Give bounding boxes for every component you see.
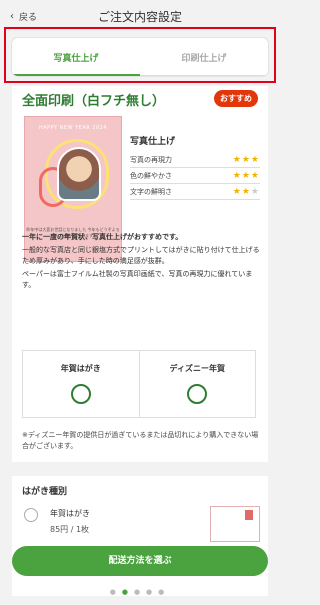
select-shipping-button[interactable]: 配送方法を選ぶ bbox=[12, 546, 268, 576]
postcard-type-choices: 年賀はがき ディズニー年賀 bbox=[22, 350, 256, 418]
postcard-section: はがき種別 年賀はがき 85円 / 1枚 bbox=[12, 476, 268, 596]
description-text-2: ペーパーは富士フイルム社製の写真印画紙で、写真の再現力に優れています。 bbox=[22, 269, 253, 290]
spec-title: 写真仕上げ bbox=[130, 137, 176, 147]
choice-label: 年賀はがき bbox=[60, 364, 101, 373]
postcard-option-label: 年賀はがき bbox=[50, 509, 90, 518]
page-indicator: ●●●●● bbox=[0, 588, 280, 596]
finish-tabs: 写真仕上げ 印刷仕上げ bbox=[12, 38, 268, 76]
page-dot[interactable]: ● bbox=[110, 588, 122, 596]
postcard-section-title: はがき種別 bbox=[22, 487, 68, 497]
page-dot[interactable]: ● bbox=[158, 588, 170, 596]
available-circle-icon bbox=[70, 384, 91, 404]
star-rating: ★★★ bbox=[232, 186, 260, 197]
spec-label: 写真の再現力 bbox=[130, 155, 172, 164]
available-circle-icon bbox=[187, 384, 208, 404]
postcard-option-price: 85円 / 1枚 bbox=[50, 525, 90, 534]
spec-label: 色の鮮やかさ bbox=[130, 171, 172, 180]
card-heading: HAPPY NEW YEAR 2024 bbox=[38, 125, 108, 131]
description-heading: 一年に一度の年賀状、写真仕上げがおすすめです。 bbox=[22, 233, 183, 241]
choice-label: ディズニー年賀 bbox=[169, 364, 225, 373]
tab-photo-finish[interactable]: 写真仕上げ bbox=[12, 38, 140, 76]
page-title: ご注文内容設定 bbox=[97, 10, 182, 24]
description-text: 一般的な写真店と同じ銀塩方式でプリントしてはがきに貼り付けて仕上げるため厚みがあ… bbox=[22, 245, 260, 266]
tab-print-finish[interactable]: 印刷仕上げ bbox=[140, 38, 268, 76]
spec-row: 文字の鮮明さ ★★★ bbox=[130, 184, 260, 200]
page-dot-active[interactable]: ● bbox=[122, 588, 134, 596]
choice-disney[interactable]: ディズニー年賀 bbox=[138, 351, 256, 417]
spec-label: 文字の鮮明さ bbox=[130, 187, 172, 196]
main-content: 全面印刷（白フチ無し） おすすめ HAPPY NEW YEAR 2024 昨年中… bbox=[12, 86, 268, 462]
stamp-icon bbox=[245, 510, 253, 520]
spec-table: 写真の再現力 ★★★ 色の鮮やかさ ★★★ 文字の鮮明さ ★★★ bbox=[130, 152, 260, 200]
postcard-radio[interactable] bbox=[24, 508, 38, 522]
availability-note: ※ディズニー年賀の提供日が過ぎているまたは品切れにより購入できない場合がございま… bbox=[22, 431, 259, 450]
postcard-thumbnail bbox=[210, 506, 260, 542]
choice-nenga[interactable]: 年賀はがき bbox=[23, 351, 139, 417]
star-rating: ★★★ bbox=[232, 170, 260, 181]
spec-row: 写真の再現力 ★★★ bbox=[130, 152, 260, 168]
main-title: 全面印刷（白フチ無し） bbox=[22, 94, 166, 109]
page-dot[interactable]: ● bbox=[134, 588, 146, 596]
spec-row: 色の鮮やかさ ★★★ bbox=[130, 168, 260, 184]
page-dot[interactable]: ● bbox=[146, 588, 158, 596]
star-rating: ★★★ bbox=[232, 154, 260, 165]
recommend-badge: おすすめ bbox=[214, 90, 258, 107]
card-photo bbox=[57, 147, 101, 201]
description: 一年に一度の年賀状、写真仕上げがおすすめです。 一般的な写真店と同じ銀塩方式でプ… bbox=[22, 232, 260, 292]
